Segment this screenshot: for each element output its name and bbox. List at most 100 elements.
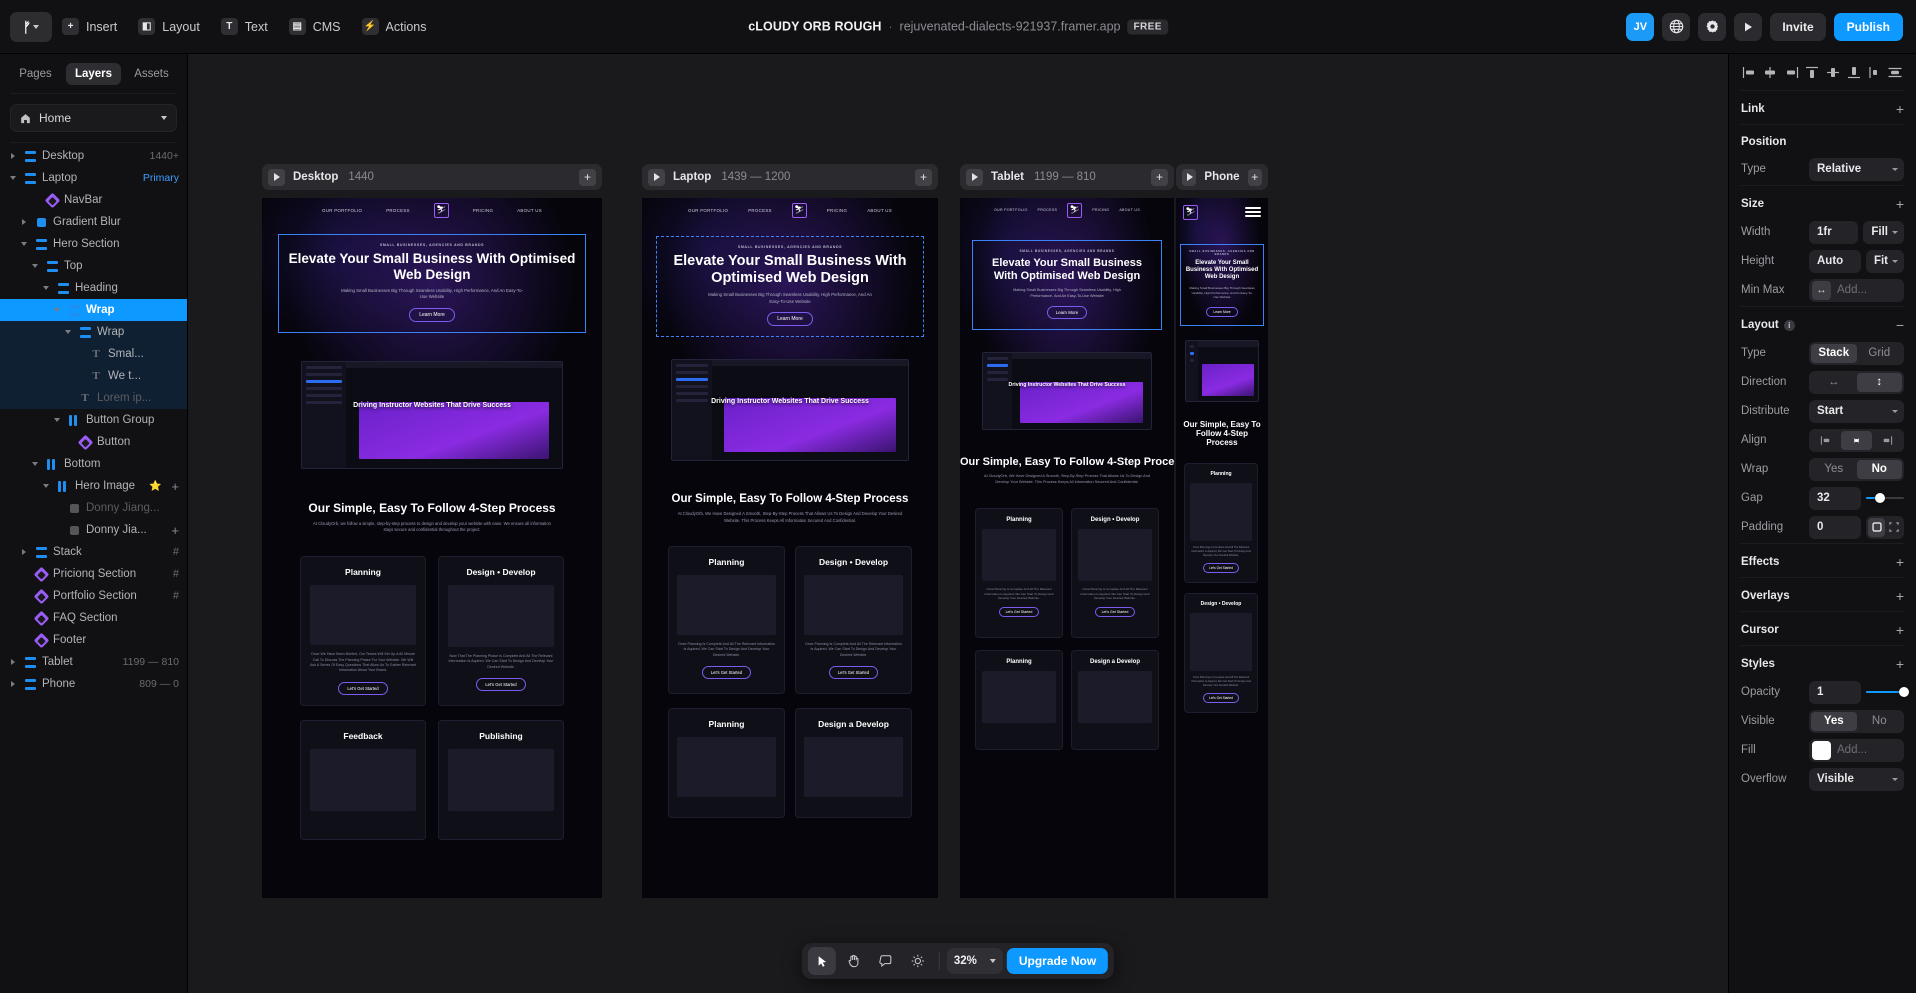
gear-icon[interactable] (1698, 12, 1727, 41)
add-breakpoint-icon[interactable]: + (1247, 168, 1262, 186)
layer-item-heading[interactable]: Heading (0, 277, 187, 299)
nav-link[interactable]: PROCESS (386, 208, 410, 213)
play-icon[interactable] (966, 168, 983, 186)
page-preview-desktop[interactable]: OUR PORTFOLIO PROCESS ⛷ PRICING ABOUT US… (262, 198, 602, 898)
align-center-button[interactable] (1841, 430, 1872, 450)
play-icon[interactable] (1182, 168, 1197, 186)
hamburger-menu-icon[interactable] (1245, 207, 1261, 217)
nav-link[interactable]: OUR PORTFOLIO (688, 208, 728, 213)
zoom-select[interactable]: 32% (946, 948, 1003, 974)
disclosure-triangle-icon[interactable] (8, 681, 18, 687)
layer-item-navbar[interactable]: NavBar (0, 189, 187, 211)
page-selector[interactable]: Home (10, 104, 177, 132)
layer-item-wrap[interactable]: Wrap (0, 299, 187, 321)
opacity-input[interactable]: 1 (1809, 680, 1861, 704)
add-link-button[interactable]: + (1896, 102, 1904, 116)
nav-link[interactable]: PROCESS (748, 208, 772, 213)
add-breakpoint-icon[interactable]: + (1151, 168, 1168, 186)
layer-item-bottom[interactable]: Bottom (0, 453, 187, 475)
menu-layout[interactable]: ◧ Layout (130, 12, 211, 41)
process-card[interactable]: Design • Develop Once Planning Is Comple… (1184, 593, 1258, 714)
tab-layers[interactable]: Layers (66, 63, 121, 85)
align-bottom-icon[interactable] (1845, 65, 1862, 80)
menu-insert[interactable]: + Insert (54, 12, 128, 41)
layer-item-button-group[interactable]: Button Group (0, 409, 187, 431)
add-variant-icon[interactable]: + (171, 479, 179, 494)
layer-item-pricionq-section[interactable]: Pricionq Section # (0, 563, 187, 585)
process-card[interactable]: Planning Once Planning Is Complete And A… (1184, 463, 1258, 584)
visible-yes[interactable]: Yes (1811, 711, 1857, 731)
disclosure-triangle-icon[interactable] (19, 242, 29, 246)
publish-button[interactable]: Publish (1833, 12, 1903, 41)
site-logo-icon[interactable]: ⛷ (791, 202, 807, 218)
card-cta-button[interactable]: Let's Get Started (998, 606, 1040, 617)
card-cta-button[interactable]: Let's Get Started (1094, 606, 1136, 617)
layer-item-portfolio-section[interactable]: Portfolio Section # (0, 585, 187, 607)
layer-item-laptop[interactable]: Laptop Primary (0, 167, 187, 189)
hand-tool-button[interactable] (840, 947, 868, 975)
padding-individual-icon[interactable] (1885, 518, 1902, 537)
hero-cta-button[interactable]: Learn More (1206, 306, 1238, 317)
process-card[interactable]: Design • Develop Once Planning Is Comple… (1071, 508, 1159, 639)
padding-all-icon[interactable] (1868, 517, 1885, 537)
site-logo-icon[interactable]: ⛷ (1067, 202, 1083, 218)
disclosure-triangle-icon[interactable] (30, 462, 40, 466)
hero-selection-box[interactable]: SMALL BUSINESSES, AGENCIES AND BRANDS El… (656, 236, 924, 338)
nav-link[interactable]: PROCESS (1038, 208, 1058, 212)
layer-tree[interactable]: Desktop 1440+ Laptop Primary NavBar Gradient … (0, 143, 187, 993)
layer-item-donny-jia[interactable]: Donny Jia... + (0, 519, 187, 541)
menu-actions[interactable]: ⚡ Actions (354, 12, 438, 41)
fill-add-field[interactable]: Add... (1809, 738, 1904, 762)
disclosure-triangle-icon[interactable] (63, 330, 73, 334)
card-cta-button[interactable]: Let's Get Started (701, 666, 752, 680)
align-end-button[interactable] (1872, 431, 1902, 450)
tab-pages[interactable]: Pages (8, 63, 63, 85)
disclosure-triangle-icon[interactable] (41, 286, 51, 290)
nav-link[interactable]: ABOUT US (517, 208, 542, 213)
padding-input[interactable]: 0 (1809, 515, 1861, 539)
site-logo-icon[interactable]: ⛷ (1183, 204, 1198, 220)
layer-item-smal[interactable]: T Smal... (0, 343, 187, 365)
invite-button[interactable]: Invite (1770, 12, 1826, 41)
frame-label-phone[interactable]: Phone + (1176, 164, 1268, 190)
layer-item-top[interactable]: Top (0, 255, 187, 277)
process-card[interactable]: Design a Develop (795, 708, 912, 819)
add-overlay-button[interactable]: + (1896, 589, 1904, 603)
hero-cta-button[interactable]: Learn More (767, 312, 813, 327)
process-card[interactable]: Planning Once We Have Been Briefed, Our … (300, 555, 426, 706)
add-breakpoint-icon[interactable]: + (579, 168, 596, 186)
disclosure-triangle-icon[interactable] (8, 176, 18, 180)
disclosure-triangle-icon[interactable] (8, 659, 18, 665)
add-variant-icon[interactable]: + (171, 523, 179, 538)
layer-item-donny-jiang[interactable]: Donny Jiang... (0, 497, 187, 519)
card-cta-button[interactable]: Let's Get Started (828, 666, 879, 680)
frame-label-desktop[interactable]: Desktop 1440 + (262, 164, 602, 190)
wrap-yes[interactable]: Yes (1811, 460, 1857, 479)
process-card[interactable]: Design • Develop Once Planning Is Comple… (795, 546, 912, 695)
disclosure-triangle-icon[interactable] (41, 484, 51, 488)
menu-text[interactable]: T Text (213, 12, 279, 41)
layer-item-tablet[interactable]: Tablet 1199 — 810 (0, 651, 187, 673)
process-card[interactable]: Design • Develop Now That The Planning P… (438, 555, 564, 706)
hero-selection-box[interactable]: SMALL BUSINESSES, AGENCIES AND BRANDS El… (972, 240, 1162, 331)
layer-item-wrap[interactable]: Wrap (0, 321, 187, 343)
height-input[interactable]: Auto (1809, 249, 1861, 273)
align-center-horizontal-icon[interactable] (1762, 65, 1779, 80)
menu-cms[interactable]: ▤ CMS (281, 12, 352, 41)
layer-item-hero-image[interactable]: Hero Image ⭐ + (0, 475, 187, 497)
nav-link[interactable]: ABOUT US (1119, 208, 1140, 212)
gap-slider[interactable] (1866, 487, 1904, 510)
layer-item-faq-section[interactable]: FAQ Section (0, 607, 187, 629)
add-style-button[interactable]: + (1896, 657, 1904, 671)
hero-cta-button[interactable]: Learn More (409, 307, 455, 322)
process-card[interactable]: Publishing (438, 719, 564, 840)
cursor-tool-button[interactable] (807, 947, 836, 975)
disclosure-triangle-icon[interactable] (30, 264, 40, 268)
layer-item-gradient-blur[interactable]: Gradient Blur (0, 211, 187, 233)
align-right-icon[interactable] (1783, 65, 1800, 80)
disclosure-triangle-icon[interactable] (52, 418, 62, 422)
nav-link[interactable]: PRICING (1092, 208, 1109, 212)
comment-tool-button[interactable] (872, 947, 900, 975)
tab-assets[interactable]: Assets (124, 63, 179, 85)
hero-cta-button[interactable]: Learn More (1046, 306, 1088, 320)
